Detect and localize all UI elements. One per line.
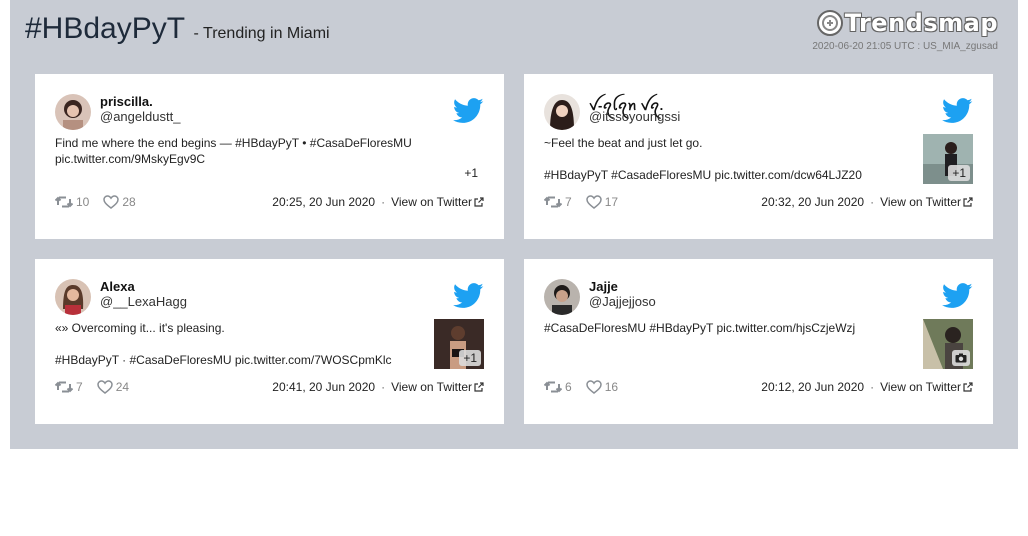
tweet-stats: 7 24	[55, 380, 143, 394]
tweet-text: «» Overcoming it... it's pleasing. #HBda…	[55, 321, 392, 367]
media-count[interactable]: +1	[464, 166, 478, 180]
trend-panel: #HBdayPyT - Trending in Miami Trendsmap …	[10, 0, 1018, 449]
view-on-twitter-link[interactable]: View on Twitter	[880, 380, 973, 394]
separator: ·	[870, 195, 875, 209]
page-title: #HBdayPyT - Trending in Miami	[25, 12, 330, 46]
view-on-twitter-label: View on Twitter	[391, 195, 472, 209]
tweet-card: ꪜ-ꪖꪶꪖꪀ ꪜꪖ. @itssoyoungssi ~Feel the beat…	[524, 74, 993, 239]
external-link-icon	[963, 197, 973, 207]
user-name[interactable]: priscilla.	[100, 94, 153, 109]
retweet-count: 10	[76, 195, 90, 209]
tweet-footer: 20:32, 20 Jun 2020 · View on Twitter	[761, 195, 973, 209]
trendsmap-logo-icon	[816, 10, 843, 36]
twitter-bird-icon[interactable]	[453, 98, 484, 124]
camera-icon	[952, 350, 970, 366]
tweet-stats: 6 16	[544, 380, 632, 394]
retweet-stat[interactable]: 6	[544, 380, 572, 394]
user-name[interactable]: Jajje	[589, 279, 618, 294]
view-on-twitter-link[interactable]: View on Twitter	[880, 195, 973, 209]
separator: ·	[870, 380, 875, 394]
like-stat[interactable]: 24	[96, 380, 130, 394]
retweet-stat[interactable]: 7	[55, 380, 83, 394]
like-count: 28	[122, 195, 136, 209]
tweet-stats: 10 28	[55, 195, 150, 209]
external-link-icon	[474, 197, 484, 207]
tweet-footer: 20:41, 20 Jun 2020 · View on Twitter	[272, 380, 484, 394]
media-thumbnail[interactable]: +1	[923, 134, 973, 184]
tweet-stats: 7 17	[544, 195, 632, 209]
like-count: 17	[604, 195, 619, 209]
tweet-footer: 20:25, 20 Jun 2020 · View on Twitter	[272, 195, 484, 209]
retweet-icon	[544, 381, 562, 393]
view-on-twitter-link[interactable]: View on Twitter	[391, 380, 484, 394]
retweet-icon	[544, 196, 562, 208]
view-on-twitter-label: View on Twitter	[880, 195, 961, 209]
tweet-card: Alexa @__LexaHagg «» Overcoming it... it…	[35, 259, 504, 424]
external-link-icon	[474, 382, 484, 392]
avatar[interactable]	[544, 94, 580, 130]
trendsmap-logo-text: Trendsmap	[844, 9, 998, 37]
tweet-footer: 20:12, 20 Jun 2020 · View on Twitter	[761, 380, 973, 394]
separator: ·	[381, 380, 386, 394]
user-handle[interactable]: @__LexaHagg	[100, 294, 187, 309]
view-on-twitter-link[interactable]: View on Twitter	[391, 195, 484, 209]
view-on-twitter-label: View on Twitter	[391, 380, 472, 394]
retweet-stat[interactable]: 7	[544, 195, 572, 209]
tweet-text: #CasaDeFloresMU #HBdayPyT pic.twitter.co…	[544, 321, 856, 335]
trendsmap-logo[interactable]: Trendsmap	[816, 8, 998, 38]
hashtag-title: #HBdayPyT	[25, 12, 186, 45]
like-stat[interactable]: 28	[103, 195, 136, 209]
timestamp-meta: 2020-06-20 21:05 UTC : US_MIA_zgusad	[812, 41, 998, 52]
user-name[interactable]: Alexa	[100, 279, 135, 294]
retweet-stat[interactable]: 10	[55, 195, 89, 209]
tweet-time[interactable]: 20:12, 20 Jun 2020	[761, 380, 864, 394]
tweet-time[interactable]: 20:25, 20 Jun 2020	[272, 195, 375, 209]
tweet-text: ~Feel the beat and just let go. #HBdayPy…	[544, 136, 862, 182]
heart-icon	[96, 380, 113, 394]
twitter-bird-icon[interactable]	[942, 283, 973, 309]
tweet-time[interactable]: 20:41, 20 Jun 2020	[272, 380, 375, 394]
retweet-count: 6	[565, 380, 572, 394]
tweet-text: Find me where the end begins — #HBdayPyT…	[55, 136, 412, 166]
retweet-count: 7	[565, 195, 572, 209]
media-count-badge: +1	[948, 165, 970, 181]
user-handle[interactable]: @Jajjejjoso	[589, 294, 656, 309]
tweet-card: Jajje @Jajjejjoso #CasaDeFloresMU #HBday…	[524, 259, 993, 424]
heart-icon	[103, 195, 120, 209]
heart-icon	[585, 380, 602, 394]
media-thumbnail[interactable]	[923, 319, 973, 369]
like-count: 24	[115, 380, 130, 394]
user-handle[interactable]: @angeldustt_	[100, 109, 180, 124]
media-thumbnail[interactable]: +1	[434, 319, 484, 369]
user-handle[interactable]: @itssoyoungssi	[589, 109, 680, 124]
retweet-icon	[55, 381, 73, 393]
media-count-badge: +1	[459, 350, 481, 366]
like-count: 16	[604, 380, 619, 394]
trend-location: - Trending in Miami	[193, 25, 330, 42]
heart-icon	[585, 195, 602, 209]
twitter-bird-icon[interactable]	[453, 283, 484, 309]
tweet-time[interactable]: 20:32, 20 Jun 2020	[761, 195, 864, 209]
avatar[interactable]	[544, 279, 580, 315]
twitter-bird-icon[interactable]	[942, 98, 973, 124]
like-stat[interactable]: 16	[585, 380, 619, 394]
like-stat[interactable]: 17	[585, 195, 619, 209]
view-on-twitter-label: View on Twitter	[880, 380, 961, 394]
avatar[interactable]	[55, 94, 91, 130]
separator: ·	[381, 195, 386, 209]
retweet-count: 7	[76, 380, 83, 394]
avatar[interactable]	[55, 279, 91, 315]
retweet-icon	[55, 196, 73, 208]
external-link-icon	[963, 382, 973, 392]
tweet-card: priscilla. @angeldustt_ Find me where th…	[35, 74, 504, 239]
